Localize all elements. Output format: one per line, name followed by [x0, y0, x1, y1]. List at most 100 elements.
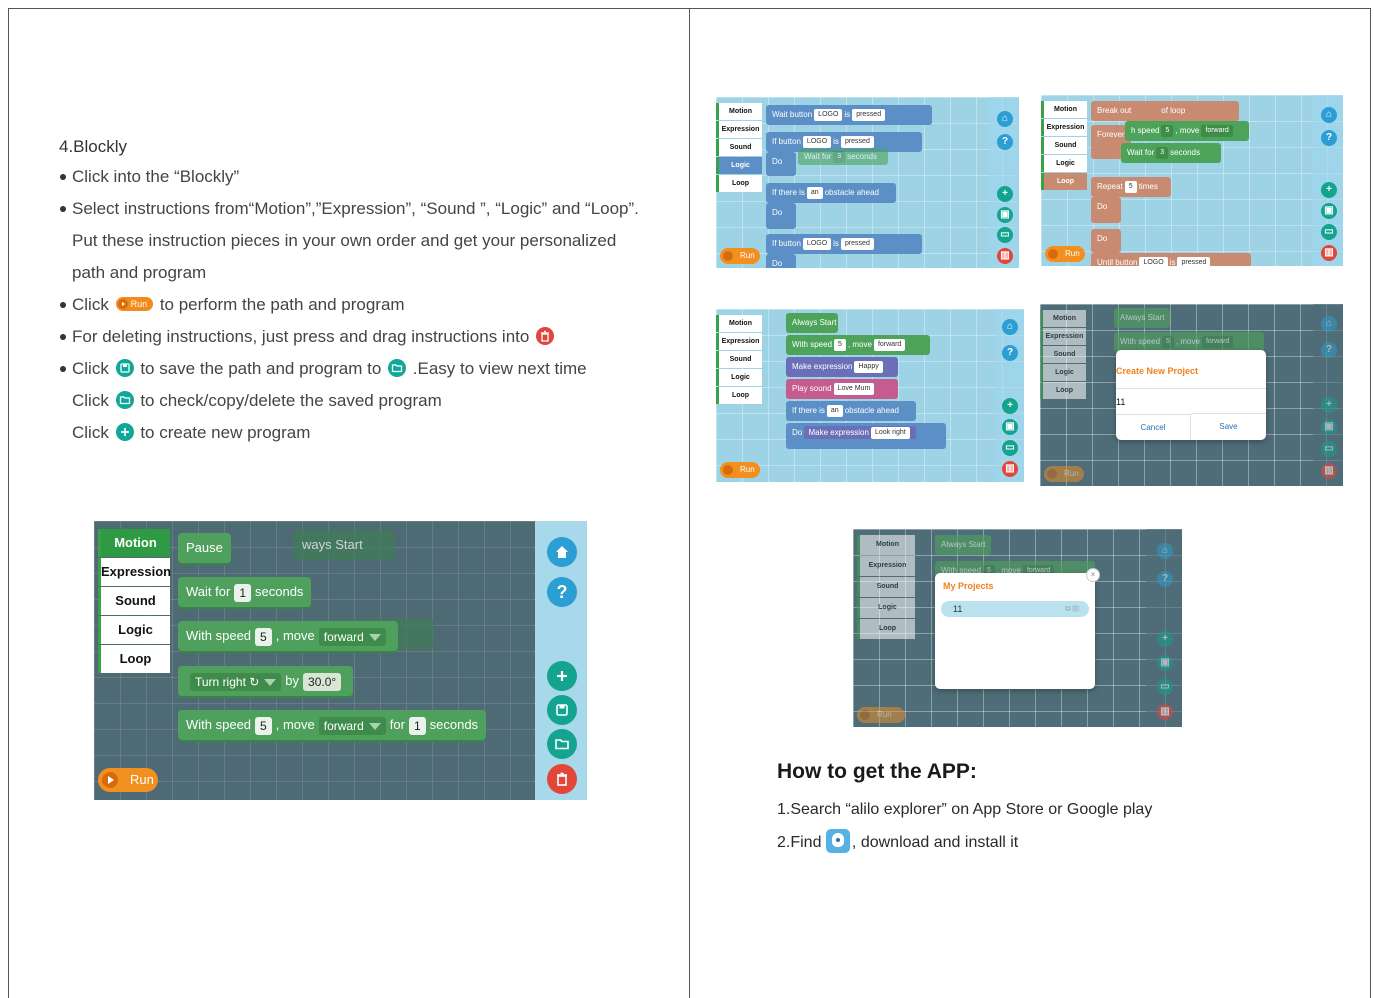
button-dropdown[interactable]: LOGO: [1139, 256, 1168, 266]
block-move[interactable]: h speed 5, move forward: [1125, 121, 1249, 141]
block-wait[interactable]: Wait for 3 seconds: [1121, 143, 1221, 163]
open-project-button[interactable]: ▭: [1321, 224, 1337, 240]
home-button[interactable]: ⌂: [1157, 543, 1173, 559]
run-button[interactable]: Run: [1045, 246, 1085, 262]
save-button[interactable]: ▣: [1157, 655, 1173, 671]
delete-button[interactable]: [547, 764, 577, 794]
duration-field[interactable]: 1: [408, 716, 426, 735]
close-icon[interactable]: ×: [1086, 568, 1100, 582]
repeat-count-field[interactable]: 5: [1124, 180, 1137, 193]
block-turn[interactable]: Turn right ↻ by 30.0°: [178, 666, 354, 696]
help-button[interactable]: ?: [1321, 130, 1337, 146]
help-button[interactable]: ?: [1157, 571, 1173, 587]
block-until-button[interactable]: Until button LOGO is pressed: [1091, 253, 1251, 266]
home-button[interactable]: [547, 537, 577, 567]
block-do-expression[interactable]: Do Make expression Look right: [786, 423, 946, 449]
block-if-obstacle[interactable]: If there is an obstacle ahead: [766, 183, 896, 203]
obstacle-dropdown[interactable]: an: [806, 186, 823, 199]
category-loop[interactable]: Loop: [1041, 173, 1087, 190]
block-move-timed[interactable]: With speed 5, move forward for 1 seconds: [178, 710, 487, 740]
category-loop[interactable]: Loop: [716, 387, 762, 404]
new-project-button[interactable]: +: [1002, 398, 1018, 414]
sound-dropdown[interactable]: Love Mum: [833, 382, 875, 395]
category-loop[interactable]: Loop: [857, 619, 915, 639]
direction-dropdown[interactable]: forward: [318, 627, 386, 646]
open-project-button[interactable]: [547, 729, 577, 759]
block-always-start[interactable]: Always Start: [786, 313, 838, 333]
speed-field[interactable]: 5: [834, 338, 846, 351]
expression-dropdown[interactable]: Happy: [854, 360, 883, 373]
run-button[interactable]: Run: [98, 768, 158, 792]
save-button[interactable]: ▣: [997, 207, 1013, 223]
category-expression[interactable]: Expression: [98, 558, 171, 586]
delete-button[interactable]: ▥: [1002, 461, 1018, 477]
state-dropdown[interactable]: pressed: [840, 135, 874, 148]
category-sound[interactable]: Sound: [716, 351, 762, 368]
run-button[interactable]: Run: [857, 707, 905, 723]
category-motion[interactable]: Motion: [1041, 101, 1087, 118]
block-move[interactable]: With speed 5, move forward: [178, 621, 398, 651]
project-list-item[interactable]: 11 ⧉ ▥: [941, 601, 1089, 617]
category-logic[interactable]: Logic: [98, 616, 170, 644]
category-logic[interactable]: Logic: [857, 598, 915, 618]
open-project-button[interactable]: ▭: [1002, 440, 1018, 456]
category-expression[interactable]: Expression: [1041, 119, 1087, 136]
block-wait-button[interactable]: Wait button LOGO is pressed: [766, 105, 932, 125]
block-play-sound[interactable]: Play sound Love Mum: [786, 379, 898, 399]
speed-field[interactable]: 5: [1161, 124, 1174, 137]
open-project-button[interactable]: ▭: [997, 227, 1013, 243]
home-button[interactable]: ⌂: [1002, 319, 1018, 335]
category-expression[interactable]: Expression: [1040, 328, 1086, 345]
delete-button[interactable]: ▥: [1321, 463, 1337, 479]
help-button[interactable]: ?: [1321, 342, 1337, 358]
block-make-expression[interactable]: Make expression Happy: [786, 357, 898, 377]
save-button[interactable]: ▣: [1002, 419, 1018, 435]
button-dropdown[interactable]: LOGO: [802, 237, 832, 250]
category-loop[interactable]: Loop: [1040, 382, 1086, 399]
category-logic[interactable]: Logic: [716, 369, 762, 386]
state-dropdown[interactable]: pressed: [852, 108, 886, 121]
direction-dropdown[interactable]: forward: [873, 338, 906, 351]
save-button[interactable]: ▣: [1321, 203, 1337, 219]
home-button[interactable]: ⌂: [997, 111, 1013, 127]
save-button[interactable]: Save: [1191, 413, 1266, 440]
wait-seconds-field[interactable]: 3: [1156, 146, 1169, 159]
category-sound[interactable]: Sound: [716, 139, 762, 156]
category-logic[interactable]: Logic: [716, 157, 762, 174]
category-logic[interactable]: Logic: [1041, 155, 1087, 172]
open-project-button[interactable]: ▭: [1157, 679, 1173, 695]
home-button[interactable]: ⌂: [1321, 316, 1337, 332]
state-dropdown[interactable]: pressed: [1177, 256, 1211, 266]
category-expression[interactable]: Expression: [716, 333, 762, 350]
category-expression[interactable]: Expression: [857, 556, 915, 576]
state-dropdown[interactable]: pressed: [840, 237, 874, 250]
category-motion[interactable]: Motion: [716, 315, 762, 332]
category-loop[interactable]: Loop: [98, 645, 170, 673]
run-button[interactable]: Run: [1044, 466, 1084, 482]
help-button[interactable]: ?: [547, 577, 577, 607]
category-motion[interactable]: Motion: [1040, 310, 1086, 327]
button-dropdown[interactable]: LOGO: [802, 135, 832, 148]
block-if-button-2[interactable]: If button LOGO is pressed: [766, 234, 922, 254]
category-sound[interactable]: Sound: [98, 587, 170, 615]
new-project-button[interactable]: +: [1321, 397, 1337, 413]
new-project-button[interactable]: +: [1157, 631, 1173, 647]
block-if-obstacle[interactable]: If there is an obstacle ahead: [786, 401, 916, 421]
obstacle-dropdown[interactable]: an: [826, 404, 843, 417]
save-button[interactable]: ▣: [1321, 419, 1337, 435]
open-project-button[interactable]: ▭: [1321, 441, 1337, 457]
block-wait[interactable]: Wait for 1 seconds: [178, 577, 312, 607]
turn-dropdown[interactable]: Turn right ↻: [190, 672, 282, 691]
delete-button[interactable]: ▥: [997, 248, 1013, 264]
new-project-button[interactable]: +: [1321, 182, 1337, 198]
run-button[interactable]: Run: [720, 248, 760, 264]
copy-delete-icons[interactable]: ⧉ ▥: [1065, 601, 1079, 617]
block-break-out[interactable]: Break out of loop: [1091, 101, 1239, 121]
new-project-button[interactable]: +: [997, 186, 1013, 202]
wait-seconds-field[interactable]: 1: [234, 583, 251, 602]
category-motion[interactable]: Motion: [857, 535, 915, 555]
save-button[interactable]: [547, 695, 577, 725]
category-sound[interactable]: Sound: [1041, 137, 1087, 154]
help-button[interactable]: ?: [1002, 345, 1018, 361]
category-motion[interactable]: Motion: [716, 103, 762, 120]
